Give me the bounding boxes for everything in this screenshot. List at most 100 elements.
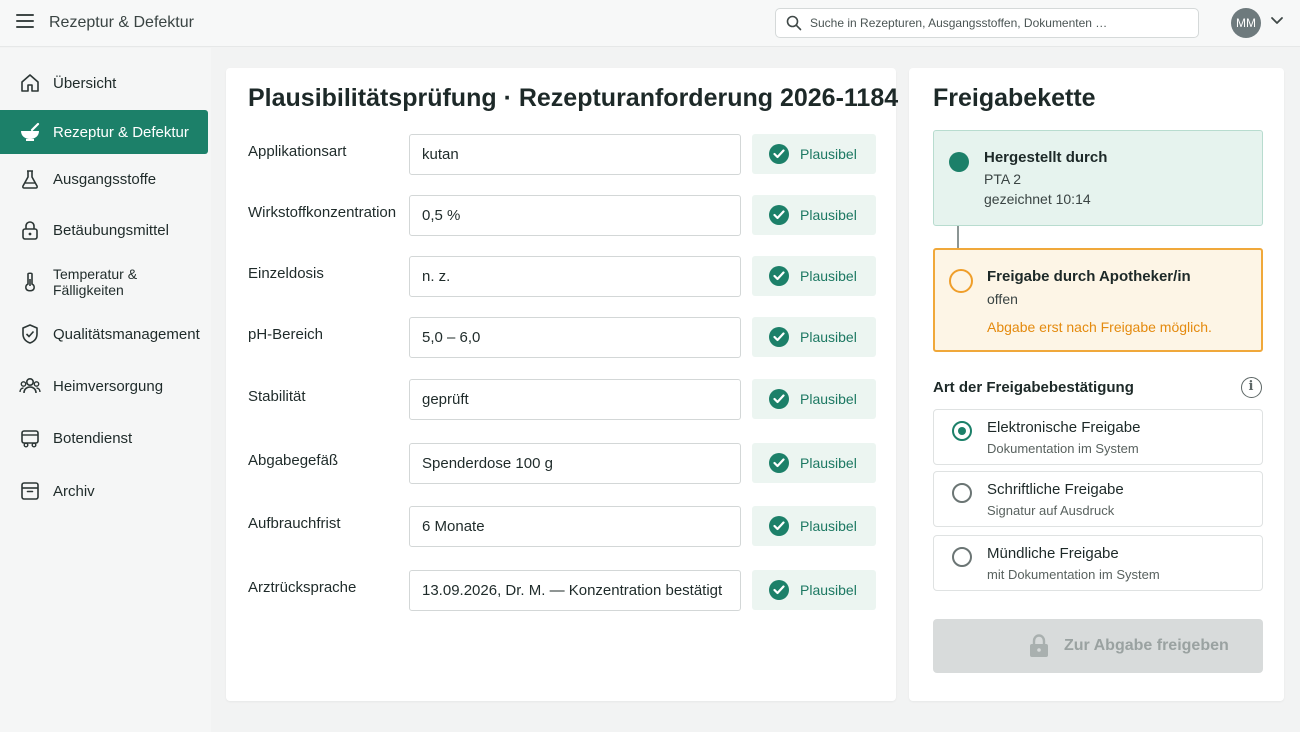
people-icon bbox=[19, 377, 41, 394]
sidebar-item-label: Ausgangsstoffe bbox=[53, 170, 157, 188]
check-row: Aufbrauchfrist Plausibel bbox=[226, 506, 896, 548]
status-badge: Plausibel bbox=[752, 570, 876, 610]
check-circle-icon bbox=[769, 266, 789, 286]
field-label: Stabilität bbox=[248, 388, 306, 405]
user-avatar[interactable]: MM bbox=[1231, 8, 1261, 38]
status-text: Plausibel bbox=[800, 268, 857, 284]
field-label: pH-Bereich bbox=[248, 326, 324, 343]
status-badge: Plausibel bbox=[752, 256, 876, 296]
sidebar-item-label: Temperatur & Fälligkeiten bbox=[53, 266, 138, 298]
aufbrauchfrist-field[interactable] bbox=[409, 506, 741, 547]
sidebar-item-overview[interactable]: Übersicht bbox=[0, 61, 208, 105]
check-row: Applikationsart Plausibel bbox=[226, 134, 896, 176]
archive-icon bbox=[21, 482, 39, 500]
shield-check-icon bbox=[22, 324, 38, 344]
check-row: pH-Bereich Plausibel bbox=[226, 317, 896, 359]
status-badge: Plausibel bbox=[752, 506, 876, 546]
status-badge: Plausibel bbox=[752, 195, 876, 235]
sidebar-item-botendienst[interactable]: Botendienst bbox=[0, 416, 208, 460]
search-icon bbox=[786, 15, 802, 31]
field-label: Wirkstoffkonzentration bbox=[248, 204, 397, 221]
search-input[interactable] bbox=[810, 13, 1190, 33]
check-row: Wirkstoffkonzentration Plausibel bbox=[226, 195, 896, 237]
page-title: Plausibilitätsprüfung · Rezepturanforder… bbox=[248, 84, 899, 112]
field-label: Abgabegefäß bbox=[248, 452, 339, 469]
check-row: Abgabegefäß Plausibel bbox=[226, 443, 896, 485]
step-actor: PTA 2 bbox=[984, 171, 1022, 187]
check-circle-icon bbox=[769, 389, 789, 409]
status-text: Plausibel bbox=[800, 518, 857, 534]
sidebar-item-archiv[interactable]: Archiv bbox=[0, 469, 208, 513]
field-label: Aufbrauchfrist bbox=[248, 515, 341, 532]
option-title: Mündliche Freigabe bbox=[987, 545, 1119, 562]
mortar-icon bbox=[21, 122, 40, 141]
chevron-down-icon[interactable] bbox=[1270, 16, 1284, 26]
sidebar-item-label: Botendienst bbox=[53, 429, 133, 447]
sidebar-item-label: Betäubungsmittel bbox=[53, 221, 169, 239]
radio-selected[interactable] bbox=[952, 421, 972, 441]
check-circle-icon bbox=[769, 205, 789, 225]
einzeldosis-field[interactable] bbox=[409, 256, 741, 297]
hamburger-menu-icon[interactable] bbox=[16, 14, 34, 32]
step-complete-icon bbox=[949, 152, 969, 172]
check-row: Arztrücksprache Plausibel bbox=[226, 570, 896, 612]
sidebar-item-ausgangsstoffe[interactable]: Ausgangsstoffe bbox=[0, 157, 208, 201]
sidebar-item-temperatur[interactable]: Temperatur & Fälligkeiten bbox=[0, 260, 208, 304]
thermometer-icon bbox=[25, 272, 35, 292]
ph-range-field[interactable] bbox=[409, 317, 741, 358]
step-title: Freigabe durch Apotheker/in bbox=[987, 268, 1191, 285]
field-label: Einzeldosis bbox=[248, 265, 324, 282]
lock-icon bbox=[22, 221, 38, 240]
status-text: Plausibel bbox=[800, 146, 857, 162]
release-button[interactable]: Zur Abgabe freigeben bbox=[933, 619, 1263, 673]
radio-unselected[interactable] bbox=[952, 547, 972, 567]
wirkstoffkonzentration-field[interactable] bbox=[409, 195, 741, 236]
check-circle-icon bbox=[769, 453, 789, 473]
sidebar-item-heimversorgung[interactable]: Heimversorgung bbox=[0, 364, 208, 408]
sidebar-item-betaeubungsmittel[interactable]: Betäubungsmittel bbox=[0, 208, 208, 252]
step-connector bbox=[957, 226, 959, 248]
sidebar-item-label: Archiv bbox=[53, 482, 95, 500]
home-icon bbox=[21, 74, 39, 92]
option-subtitle: Dokumentation im System bbox=[987, 441, 1139, 456]
option-subtitle: mit Dokumentation im System bbox=[987, 567, 1160, 582]
status-badge: Plausibel bbox=[752, 379, 876, 419]
sidebar-item-rezeptur[interactable]: Rezeptur & Defektur bbox=[0, 110, 208, 154]
status-text: Plausibel bbox=[800, 207, 857, 223]
app-title: Rezeptur & Defektur bbox=[49, 14, 194, 31]
check-circle-icon bbox=[769, 516, 789, 536]
check-circle-icon bbox=[769, 327, 789, 347]
release-chain-card: Freigabekette Hergestellt durch PTA 2 ge… bbox=[909, 68, 1284, 701]
step-pharmacist-release: Freigabe durch Apotheker/in offen Abgabe… bbox=[933, 248, 1263, 352]
step-produced: Hergestellt durch PTA 2 gezeichnet 10:14 bbox=[933, 130, 1263, 226]
step-status: offen bbox=[987, 291, 1018, 307]
option-electronic-release[interactable]: Elektronische Freigabe Dokumentation im … bbox=[933, 409, 1263, 465]
option-written-release[interactable]: Schriftliche Freigabe Signatur auf Ausdr… bbox=[933, 471, 1263, 527]
info-icon[interactable]: i bbox=[1241, 377, 1262, 398]
lock-icon bbox=[1030, 634, 1048, 657]
step-pending-icon bbox=[949, 269, 973, 293]
step-timestamp: gezeichnet 10:14 bbox=[984, 191, 1091, 207]
status-text: Plausibel bbox=[800, 329, 857, 345]
field-label: Arztrücksprache bbox=[248, 579, 357, 596]
check-circle-icon bbox=[769, 580, 789, 600]
status-text: Plausibel bbox=[800, 391, 857, 407]
release-button-label: Zur Abgabe freigeben bbox=[1064, 637, 1229, 654]
sidebar-item-label: Heimversorgung bbox=[53, 377, 164, 395]
sidebar-item-qualitaet[interactable]: Qualitätsmanagement bbox=[0, 312, 208, 356]
radio-unselected[interactable] bbox=[952, 483, 972, 503]
applikationsart-field[interactable] bbox=[409, 134, 741, 175]
status-badge: Plausibel bbox=[752, 443, 876, 483]
status-text: Plausibel bbox=[800, 455, 857, 471]
abgabegefaess-field[interactable] bbox=[409, 443, 741, 484]
status-badge: Plausibel bbox=[752, 134, 876, 174]
option-oral-release[interactable]: Mündliche Freigabe mit Dokumentation im … bbox=[933, 535, 1263, 591]
sidebar-item-label: Rezeptur & Defektur bbox=[53, 123, 189, 141]
search-box[interactable] bbox=[775, 8, 1199, 38]
step-warning: Abgabe erst nach Freigabe möglich. bbox=[987, 319, 1212, 335]
arztruecksprache-field[interactable] bbox=[409, 570, 741, 611]
release-chain-title: Freigabekette bbox=[933, 84, 1096, 112]
option-subtitle: Signatur auf Ausdruck bbox=[987, 503, 1115, 518]
stabilitaet-field[interactable] bbox=[409, 379, 741, 420]
top-bar: Rezeptur & Defektur MM bbox=[0, 0, 1300, 47]
